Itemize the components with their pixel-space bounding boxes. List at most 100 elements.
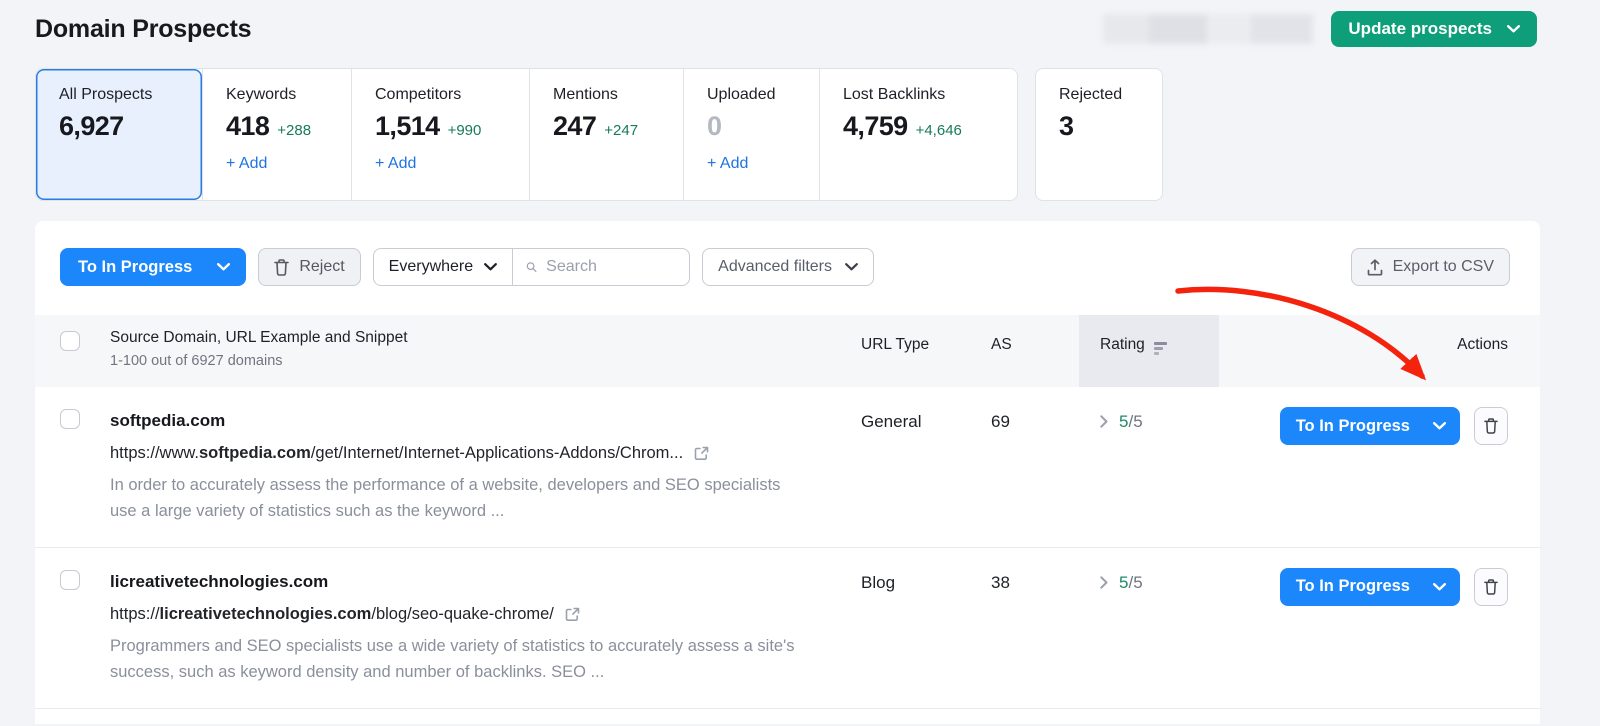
tab-group: All Prospects 6,927 Keywords 418 +288 + … xyxy=(35,68,1018,201)
row-checkbox[interactable] xyxy=(60,409,80,429)
header-url-type: URL Type xyxy=(861,336,930,353)
trash-icon xyxy=(1484,579,1498,595)
tab-label: All Prospects xyxy=(59,86,153,103)
tab-lost-backlinks[interactable]: Lost Backlinks 4,759 +4,646 xyxy=(819,69,1017,200)
tab-rejected[interactable]: Rejected 3 xyxy=(1035,68,1163,201)
header-main-cell: Source Domain, URL Example and Snippet 1… xyxy=(110,315,861,387)
row-delete-button[interactable] xyxy=(1474,407,1508,445)
reject-button[interactable]: Reject xyxy=(258,248,361,286)
page-header: Domain Prospects Update prospects xyxy=(0,0,1600,47)
header-rating-label: Rating xyxy=(1100,336,1145,353)
row-authority-score: 38 xyxy=(991,572,1010,592)
row-main-cell: licreativetechnologies.com https://licre… xyxy=(110,548,861,708)
tab-label: Mentions xyxy=(553,86,618,103)
toolbar: To In Progress Reject Everywhere Advance… xyxy=(35,221,1540,286)
table-header: Source Domain, URL Example and Snippet 1… xyxy=(35,315,1540,387)
tab-delta: +288 xyxy=(277,122,312,139)
header-right: Update prospects xyxy=(1103,11,1537,47)
row-checkbox-cell xyxy=(35,548,110,708)
update-prospects-button[interactable]: Update prospects xyxy=(1331,11,1537,47)
row-url-type: General xyxy=(861,412,922,431)
add-uploaded-link[interactable]: + Add xyxy=(707,155,748,173)
reject-label: Reject xyxy=(299,258,345,275)
select-all-checkbox[interactable] xyxy=(60,331,80,351)
chevron-right-icon[interactable] xyxy=(1100,415,1108,428)
tab-keywords[interactable]: Keywords 418 +288 + Add xyxy=(202,69,351,200)
tab-label: Lost Backlinks xyxy=(843,86,946,103)
export-icon xyxy=(1367,258,1382,276)
sort-descending-icon[interactable] xyxy=(1153,342,1167,355)
add-competitors-link[interactable]: + Add xyxy=(375,155,416,173)
tab-count: 4,759 xyxy=(843,111,908,141)
row-to-in-progress-button[interactable]: To In Progress xyxy=(1279,567,1460,606)
header-as: AS xyxy=(991,336,1012,353)
tab-all-prospects[interactable]: All Prospects 6,927 xyxy=(36,69,202,200)
update-prospects-label: Update prospects xyxy=(1348,19,1492,38)
row-url: https://www.softpedia.com/get/Internet/I… xyxy=(110,444,861,463)
header-rating-sort[interactable]: Rating xyxy=(1079,315,1219,387)
row-checkbox-cell xyxy=(35,387,110,547)
row-snippet: In order to accurately assess the perfor… xyxy=(110,476,781,521)
search-combo: Everywhere xyxy=(372,248,691,286)
bulk-to-in-progress-button[interactable]: To In Progress xyxy=(60,248,247,286)
search-scope-value: Everywhere xyxy=(388,258,474,275)
chevron-down-icon xyxy=(1433,422,1446,430)
chevron-down-icon xyxy=(217,263,231,271)
chevron-down-icon xyxy=(1507,25,1520,33)
tab-count: 247 xyxy=(553,111,597,141)
export-label: Export to CSV xyxy=(1392,258,1494,275)
tab-delta: +990 xyxy=(447,122,482,139)
row-url-type: Blog xyxy=(861,572,896,592)
tab-delta: +4,646 xyxy=(915,122,962,139)
row-rating-value: 5/5 xyxy=(1119,412,1143,431)
tab-count: 1,514 xyxy=(375,111,440,141)
search-scope-select[interactable]: Everywhere xyxy=(374,249,514,285)
tab-competitors[interactable]: Competitors 1,514 +990 + Add xyxy=(351,69,529,200)
table-row: licreativetechnologies.com https://licre… xyxy=(35,548,1540,709)
external-link-icon[interactable] xyxy=(693,445,710,462)
tab-delta: +247 xyxy=(604,122,639,139)
header-pagination-summary: 1-100 out of 6927 domains xyxy=(110,353,283,369)
prospects-panel: To In Progress Reject Everywhere Advance… xyxy=(35,221,1540,724)
header-checkbox-cell xyxy=(35,315,110,387)
tab-label: Keywords xyxy=(226,86,297,103)
tab-mentions[interactable]: Mentions 247 +247 xyxy=(529,69,683,200)
row-actions-cell: To In Progress xyxy=(1219,548,1540,708)
prospects-table: Source Domain, URL Example and Snippet 1… xyxy=(35,315,1540,726)
tab-count: 0 xyxy=(707,111,722,141)
row-to-in-progress-button[interactable]: To In Progress xyxy=(1279,407,1460,445)
prospect-tabs: All Prospects 6,927 Keywords 418 +288 + … xyxy=(35,68,1565,201)
tab-uploaded[interactable]: Uploaded 0 + Add xyxy=(683,69,819,200)
row-actions-cell: To In Progress xyxy=(1219,387,1540,547)
table-row: softpedia.com https://www.softpedia.com/… xyxy=(35,387,1540,548)
external-link-icon[interactable] xyxy=(564,606,581,623)
export-to-csv-button[interactable]: Export to CSV xyxy=(1350,248,1510,286)
trash-icon xyxy=(1484,418,1498,434)
search-box xyxy=(513,249,689,285)
row-main-cell: softpedia.com https://www.softpedia.com/… xyxy=(110,387,861,547)
row-rating-cell: 5/5 xyxy=(1079,548,1219,708)
header-main-title: Source Domain, URL Example and Snippet xyxy=(110,329,408,346)
row-delete-button[interactable] xyxy=(1474,567,1508,606)
advanced-filters-button[interactable]: Advanced filters xyxy=(702,248,874,286)
tab-count: 418 xyxy=(226,111,270,141)
row-snippet: Programmers and SEO specialists use a wi… xyxy=(110,636,795,682)
url-text: https://licreativetechnologies.com/blog/… xyxy=(110,604,554,623)
row-domain: licreativetechnologies.com xyxy=(110,571,329,591)
bulk-action-label: To In Progress xyxy=(78,257,193,276)
page-title: Domain Prospects xyxy=(35,14,252,43)
trash-icon xyxy=(274,258,290,276)
search-input[interactable] xyxy=(546,258,677,276)
search-icon xyxy=(526,262,537,272)
url-text: https://www.softpedia.com/get/Internet/I… xyxy=(110,444,684,462)
row-action-label: To In Progress xyxy=(1295,577,1410,596)
chevron-down-icon xyxy=(845,263,858,271)
add-keywords-link[interactable]: + Add xyxy=(226,155,267,173)
row-authority-score: 69 xyxy=(991,412,1010,431)
row-rating-value: 5/5 xyxy=(1119,572,1143,592)
chevron-right-icon[interactable] xyxy=(1100,576,1108,589)
tab-count: 6,927 xyxy=(59,111,124,141)
row-checkbox[interactable] xyxy=(60,569,80,590)
tab-count: 3 xyxy=(1059,111,1074,141)
chevron-down-icon xyxy=(1433,582,1446,591)
